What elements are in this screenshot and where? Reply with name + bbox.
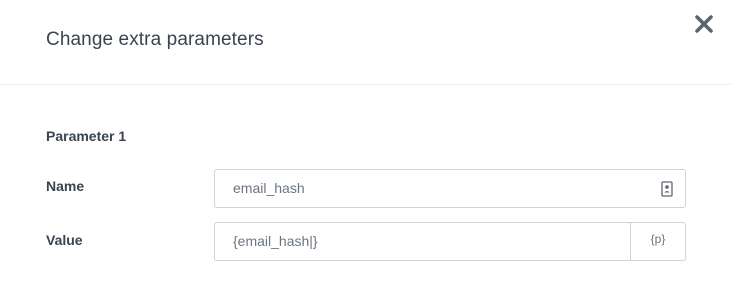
dialog-title: Change extra parameters bbox=[46, 29, 264, 50]
parameter-section-title: Parameter 1 bbox=[46, 128, 127, 144]
value-input[interactable]: {email_hash|} {p} bbox=[214, 222, 686, 261]
dialog-header: Change extra parameters bbox=[0, 0, 731, 85]
contact-card-icon[interactable] bbox=[661, 181, 673, 197]
name-input-value[interactable]: email_hash bbox=[233, 180, 305, 196]
close-icon[interactable] bbox=[692, 12, 716, 36]
name-label: Name bbox=[46, 178, 85, 194]
value-label: Value bbox=[46, 232, 83, 248]
value-input-value[interactable]: {email_hash|} bbox=[233, 233, 318, 249]
insert-parameter-button[interactable]: {p} bbox=[631, 223, 685, 260]
extra-parameters-dialog: Change extra parameters Parameter 1 Name… bbox=[0, 0, 731, 288]
name-input[interactable]: email_hash bbox=[214, 169, 686, 208]
